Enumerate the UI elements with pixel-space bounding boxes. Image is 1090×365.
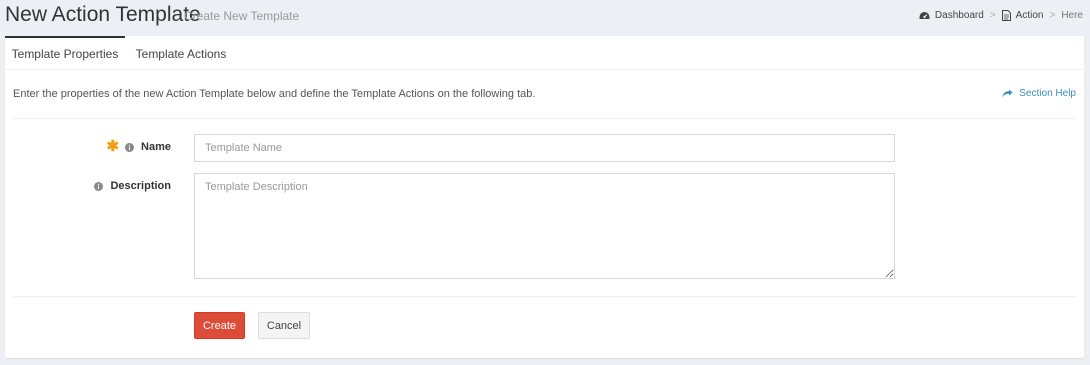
dashboard-icon: [919, 11, 930, 21]
description-label-text: Description: [110, 180, 171, 192]
breadcrumb-dashboard[interactable]: Dashboard: [919, 10, 984, 21]
breadcrumb-dashboard-label: Dashboard: [934, 10, 984, 21]
name-label: ✱ Name: [106, 138, 171, 155]
breadcrumb-action[interactable]: Action: [1001, 10, 1044, 21]
page-subtitle: Create New Template: [184, 9, 300, 23]
info-icon[interactable]: [94, 181, 104, 191]
page-title: New Action Template: [5, 3, 201, 26]
divider: [13, 296, 1076, 297]
file-icon: [1001, 10, 1011, 21]
name-label-text: Name: [141, 141, 171, 153]
cancel-button[interactable]: Cancel: [258, 312, 310, 339]
required-star-icon: ✱: [106, 138, 120, 155]
tab-template-actions[interactable]: Template Actions: [131, 36, 231, 70]
breadcrumb-separator: >: [989, 10, 996, 21]
description-label: Description: [94, 180, 171, 192]
breadcrumb-current: Here: [1061, 10, 1083, 21]
breadcrumb-separator: >: [1049, 10, 1056, 21]
intro-text: Enter the properties of the new Action T…: [13, 88, 536, 100]
section-help-label: Section Help: [1019, 88, 1076, 99]
share-icon: [1002, 89, 1013, 98]
form-card: Template Properties Template Actions Ent…: [5, 36, 1084, 358]
divider: [13, 118, 1076, 119]
info-icon[interactable]: [125, 142, 135, 152]
breadcrumb: Dashboard > Action > Here: [919, 10, 1083, 21]
tab-bar: Template Properties Template Actions: [5, 36, 1084, 70]
tab-template-properties[interactable]: Template Properties: [5, 36, 125, 70]
section-help-link[interactable]: Section Help: [1002, 88, 1076, 99]
create-button[interactable]: Create: [194, 312, 245, 339]
content-header: New Action Template Create New Template …: [0, 0, 1090, 32]
breadcrumb-action-label: Action: [1015, 10, 1044, 21]
description-input[interactable]: [194, 173, 895, 279]
name-input[interactable]: [194, 134, 895, 162]
